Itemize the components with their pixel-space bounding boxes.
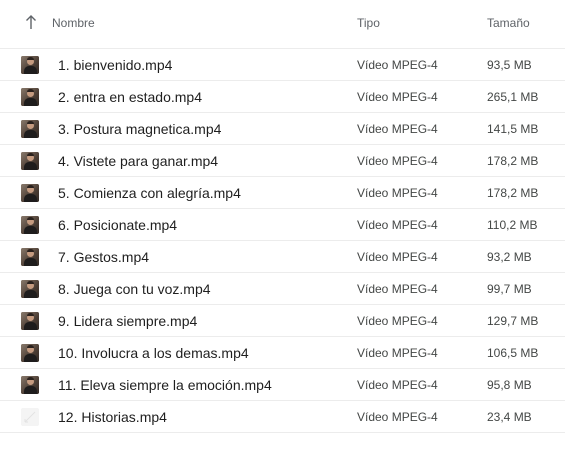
file-type: Vídeo MPEG-4 xyxy=(357,154,438,168)
file-row[interactable]: 7. Gestos.mp4 Vídeo MPEG-4 93,2 MB xyxy=(0,241,565,273)
file-name[interactable]: 7. Gestos.mp4 xyxy=(58,249,149,265)
file-row[interactable]: 9. Lidera siempre.mp4 Vídeo MPEG-4 129,7… xyxy=(0,305,565,337)
sort-ascending-arrow-icon[interactable] xyxy=(24,13,38,31)
file-row[interactable]: 6. Posicionate.mp4 Vídeo MPEG-4 110,2 MB xyxy=(0,209,565,241)
video-thumbnail-icon xyxy=(21,216,39,234)
file-name[interactable]: 11. Eleva siempre la emoción.mp4 xyxy=(58,377,272,393)
video-thumbnail-icon xyxy=(21,280,39,298)
video-thumbnail-icon xyxy=(21,88,39,106)
file-type: Vídeo MPEG-4 xyxy=(357,90,438,104)
video-thumbnail-icon xyxy=(21,344,39,362)
blank-thumbnail-icon xyxy=(21,408,39,426)
file-size: 93,2 MB xyxy=(487,250,532,264)
file-name[interactable]: 1. bienvenido.mp4 xyxy=(58,57,172,73)
file-name[interactable]: 3. Postura magnetica.mp4 xyxy=(58,121,221,137)
file-name[interactable]: 9. Lidera siempre.mp4 xyxy=(58,313,197,329)
file-size: 178,2 MB xyxy=(487,154,539,168)
video-thumbnail-icon xyxy=(21,376,39,394)
file-row[interactable]: 11. Eleva siempre la emoción.mp4 Vídeo M… xyxy=(0,369,565,401)
file-size: 99,7 MB xyxy=(487,282,532,296)
file-list: Nombre Tipo Tamaño 1. bienvenido.mp4 Víd… xyxy=(0,0,565,433)
file-name[interactable]: 8. Juega con tu voz.mp4 xyxy=(58,281,211,297)
file-size: 106,5 MB xyxy=(487,346,539,360)
file-size: 141,5 MB xyxy=(487,122,539,136)
file-row[interactable]: 2. entra en estado.mp4 Vídeo MPEG-4 265,… xyxy=(0,81,565,113)
column-header: Nombre Tipo Tamaño xyxy=(0,0,565,49)
file-row[interactable]: 1. bienvenido.mp4 Vídeo MPEG-4 93,5 MB xyxy=(0,49,565,81)
file-size: 178,2 MB xyxy=(487,186,539,200)
file-size: 23,4 MB xyxy=(487,410,532,424)
file-size: 95,8 MB xyxy=(487,378,532,392)
file-name[interactable]: 6. Posicionate.mp4 xyxy=(58,217,177,233)
file-type: Vídeo MPEG-4 xyxy=(357,314,438,328)
file-type: Vídeo MPEG-4 xyxy=(357,122,438,136)
file-type: Vídeo MPEG-4 xyxy=(357,346,438,360)
file-name[interactable]: 4. Vistete para ganar.mp4 xyxy=(58,153,218,169)
file-row[interactable]: 3. Postura magnetica.mp4 Vídeo MPEG-4 14… xyxy=(0,113,565,145)
file-name[interactable]: 5. Comienza con alegría.mp4 xyxy=(58,185,241,201)
file-size: 129,7 MB xyxy=(487,314,539,328)
file-size: 93,5 MB xyxy=(487,58,532,72)
size-column-header[interactable]: Tamaño xyxy=(487,16,530,30)
name-column-header[interactable]: Nombre xyxy=(52,16,95,30)
file-row[interactable]: 12. Historias.mp4 Vídeo MPEG-4 23,4 MB xyxy=(0,401,565,433)
file-type: Vídeo MPEG-4 xyxy=(357,58,438,72)
file-name[interactable]: 10. Involucra a los demas.mp4 xyxy=(58,345,249,361)
video-thumbnail-icon xyxy=(21,56,39,74)
video-thumbnail-icon xyxy=(21,120,39,138)
file-row[interactable]: 5. Comienza con alegría.mp4 Vídeo MPEG-4… xyxy=(0,177,565,209)
file-size: 265,1 MB xyxy=(487,90,539,104)
file-name[interactable]: 12. Historias.mp4 xyxy=(58,409,167,425)
file-type: Vídeo MPEG-4 xyxy=(357,410,438,424)
file-size: 110,2 MB xyxy=(487,218,538,232)
file-type: Vídeo MPEG-4 xyxy=(357,218,438,232)
video-thumbnail-icon xyxy=(21,312,39,330)
file-type: Vídeo MPEG-4 xyxy=(357,282,438,296)
file-type: Vídeo MPEG-4 xyxy=(357,378,438,392)
video-thumbnail-icon xyxy=(21,248,39,266)
file-type: Vídeo MPEG-4 xyxy=(357,250,438,264)
file-row[interactable]: 8. Juega con tu voz.mp4 Vídeo MPEG-4 99,… xyxy=(0,273,565,305)
file-name[interactable]: 2. entra en estado.mp4 xyxy=(58,89,202,105)
file-row[interactable]: 4. Vistete para ganar.mp4 Vídeo MPEG-4 1… xyxy=(0,145,565,177)
file-row[interactable]: 10. Involucra a los demas.mp4 Vídeo MPEG… xyxy=(0,337,565,369)
type-column-header[interactable]: Tipo xyxy=(357,16,380,30)
video-thumbnail-icon xyxy=(21,152,39,170)
file-type: Vídeo MPEG-4 xyxy=(357,186,438,200)
video-thumbnail-icon xyxy=(21,184,39,202)
